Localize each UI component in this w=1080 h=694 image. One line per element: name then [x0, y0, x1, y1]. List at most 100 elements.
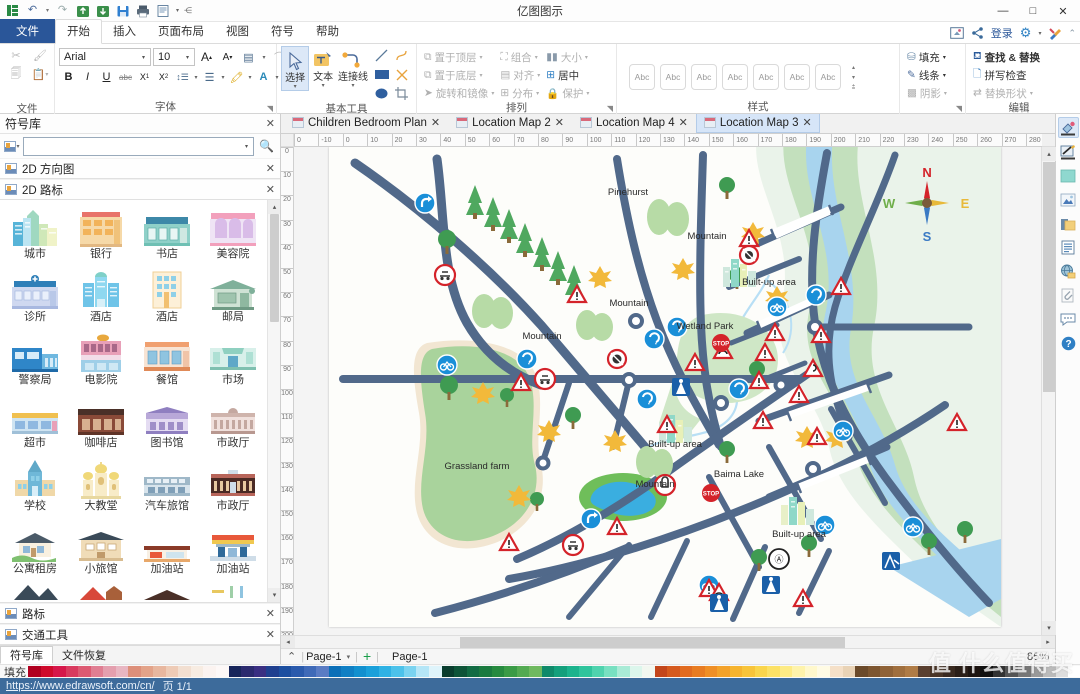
color-swatch[interactable]: [604, 666, 617, 677]
close-icon[interactable]: ✕: [266, 628, 275, 641]
color-swatch[interactable]: [153, 666, 166, 677]
color-swatch[interactable]: [554, 666, 567, 677]
color-swatch[interactable]: [541, 666, 555, 677]
symbol-hotel-block[interactable]: 酒店: [134, 267, 200, 330]
color-swatch[interactable]: [303, 666, 317, 677]
theme-color-pane-icon[interactable]: [1058, 165, 1079, 186]
symbol-bank[interactable]: 银行: [68, 204, 134, 267]
subscript-button[interactable]: X1: [135, 68, 154, 86]
color-swatch[interactable]: [266, 666, 279, 677]
chevron-down-icon[interactable]: ▾: [1030, 90, 1033, 97]
font-color-button[interactable]: A: [254, 68, 273, 86]
color-swatch[interactable]: [1043, 666, 1056, 677]
doc-tab-children-bedroom-plan[interactable]: Children Bedroom Plan ✕: [284, 113, 448, 133]
settings-dropdown-icon[interactable]: ▾: [1038, 30, 1041, 37]
underline-button[interactable]: U: [97, 68, 116, 86]
add-page-button[interactable]: +: [363, 649, 371, 663]
symbol-cathedral[interactable]: 大教堂: [68, 456, 134, 519]
ribbon-tab-file[interactable]: 文件: [0, 19, 55, 43]
arrange-dialog-launcher-icon[interactable]: ◥: [607, 104, 613, 113]
crop-tool-icon[interactable]: [392, 84, 412, 103]
symbol-partial-2[interactable]: [68, 582, 134, 602]
color-swatch[interactable]: [165, 666, 179, 677]
color-swatch[interactable]: [291, 666, 304, 677]
style-thumb[interactable]: Abc: [815, 64, 841, 90]
color-swatch[interactable]: [416, 666, 429, 677]
line-spacing-button[interactable]: ↕☰: [173, 68, 192, 86]
color-swatch[interactable]: [566, 666, 580, 677]
color-swatch[interactable]: [353, 666, 367, 677]
text-tool[interactable]: 文本 ▾: [309, 46, 337, 89]
symbol-restaurant[interactable]: 餐馆: [134, 330, 200, 393]
doc-tab-location-map-3[interactable]: Location Map 3 ✕: [695, 113, 820, 133]
color-swatch[interactable]: [504, 666, 517, 677]
color-swatch[interactable]: [140, 666, 154, 677]
close-icon[interactable]: ✕: [266, 162, 275, 175]
color-swatch[interactable]: [1005, 666, 1018, 677]
minimize-button[interactable]: —: [988, 0, 1018, 22]
center-button[interactable]: ⊞ 居中: [543, 66, 592, 84]
color-swatch[interactable]: [767, 666, 780, 677]
grow-font-button[interactable]: A ▴: [197, 48, 216, 66]
scrollbar-track[interactable]: [295, 636, 1041, 648]
section-2d-landmark[interactable]: 2D 路标 ✕: [0, 179, 280, 200]
chevron-down-icon[interactable]: ▾: [537, 72, 540, 79]
color-swatch[interactable]: [53, 666, 66, 677]
color-swatch[interactable]: [917, 666, 931, 677]
close-icon[interactable]: ✕: [266, 607, 275, 620]
scroll-up-icon[interactable]: ▴: [268, 200, 280, 214]
ellipse-tool-icon[interactable]: [372, 84, 392, 103]
color-swatch[interactable]: [278, 666, 292, 677]
scroll-down-icon[interactable]: ▾: [268, 588, 280, 602]
canvas-vertical-scrollbar[interactable]: ▴ ▾: [1041, 147, 1056, 635]
color-swatch[interactable]: [228, 666, 242, 677]
page-tab-page-1[interactable]: Page-1: [384, 651, 435, 663]
strikethrough-button[interactable]: abc: [116, 68, 135, 86]
collapse-page-bar-icon[interactable]: ⌃: [287, 650, 296, 663]
collapse-ribbon-icon[interactable]: ⌃: [1068, 28, 1076, 39]
color-swatch[interactable]: [930, 666, 943, 677]
color-swatch[interactable]: [90, 666, 104, 677]
send-to-back-button[interactable]: ⧉ 置于底层 ▾: [421, 66, 497, 84]
tools-icon[interactable]: [1048, 27, 1062, 40]
color-swatch[interactable]: [942, 666, 956, 677]
select-tool[interactable]: 选择 ▾: [281, 46, 310, 91]
ribbon-tab-page-layout[interactable]: 页面布局: [147, 20, 215, 43]
color-swatch[interactable]: [704, 666, 718, 677]
font-dialog-launcher-icon[interactable]: ◥: [267, 104, 273, 113]
fill-pane-icon[interactable]: [1057, 117, 1079, 138]
color-swatch[interactable]: [454, 666, 467, 677]
symbol-clinic[interactable]: 诊所: [2, 267, 68, 330]
color-swatch[interactable]: [717, 666, 730, 677]
style-scroll-down-icon[interactable]: ▾: [848, 72, 859, 82]
color-swatch[interactable]: [328, 666, 342, 677]
close-shape-tool-icon[interactable]: [392, 65, 412, 84]
undo-icon[interactable]: ↶: [24, 2, 41, 19]
symbol-supermarket[interactable]: 超市: [2, 393, 68, 456]
superscript-button[interactable]: X2: [154, 68, 173, 86]
symbol-partial-3[interactable]: [134, 582, 200, 602]
color-swatch[interactable]: [967, 666, 981, 677]
style-gallery-expand-icon[interactable]: ⩲: [848, 82, 859, 92]
color-swatch[interactable]: [40, 666, 54, 677]
symbol-inn[interactable]: 小旅馆: [68, 519, 134, 582]
symbol-grid-scrollbar[interactable]: ▴ ▾: [267, 200, 280, 602]
chevron-down-icon[interactable]: ▾: [943, 54, 946, 61]
color-swatch[interactable]: [466, 666, 480, 677]
italic-button[interactable]: I: [78, 68, 97, 86]
color-swatch[interactable]: [491, 666, 505, 677]
find-replace-button[interactable]: ⛾ 查找 & 替换: [970, 48, 1043, 66]
print-icon[interactable]: [134, 2, 151, 19]
font-size-select[interactable]: 10 ▾: [153, 48, 195, 66]
color-swatch[interactable]: [316, 666, 329, 677]
close-icon[interactable]: ✕: [679, 116, 688, 129]
scrollbar-thumb[interactable]: [270, 214, 279, 322]
symbol-bookstore[interactable]: 书店: [134, 204, 200, 267]
symbol-library-building[interactable]: 图书馆: [134, 393, 200, 456]
color-swatches[interactable]: [28, 666, 1080, 677]
format-painter-button[interactable]: 🖌: [28, 46, 52, 65]
chevron-down-icon[interactable]: ▾: [491, 90, 494, 97]
color-swatch[interactable]: [892, 666, 906, 677]
text-highlight-button[interactable]: 🖍: [227, 68, 246, 86]
tab-symbol-library[interactable]: 符号库: [0, 646, 53, 664]
